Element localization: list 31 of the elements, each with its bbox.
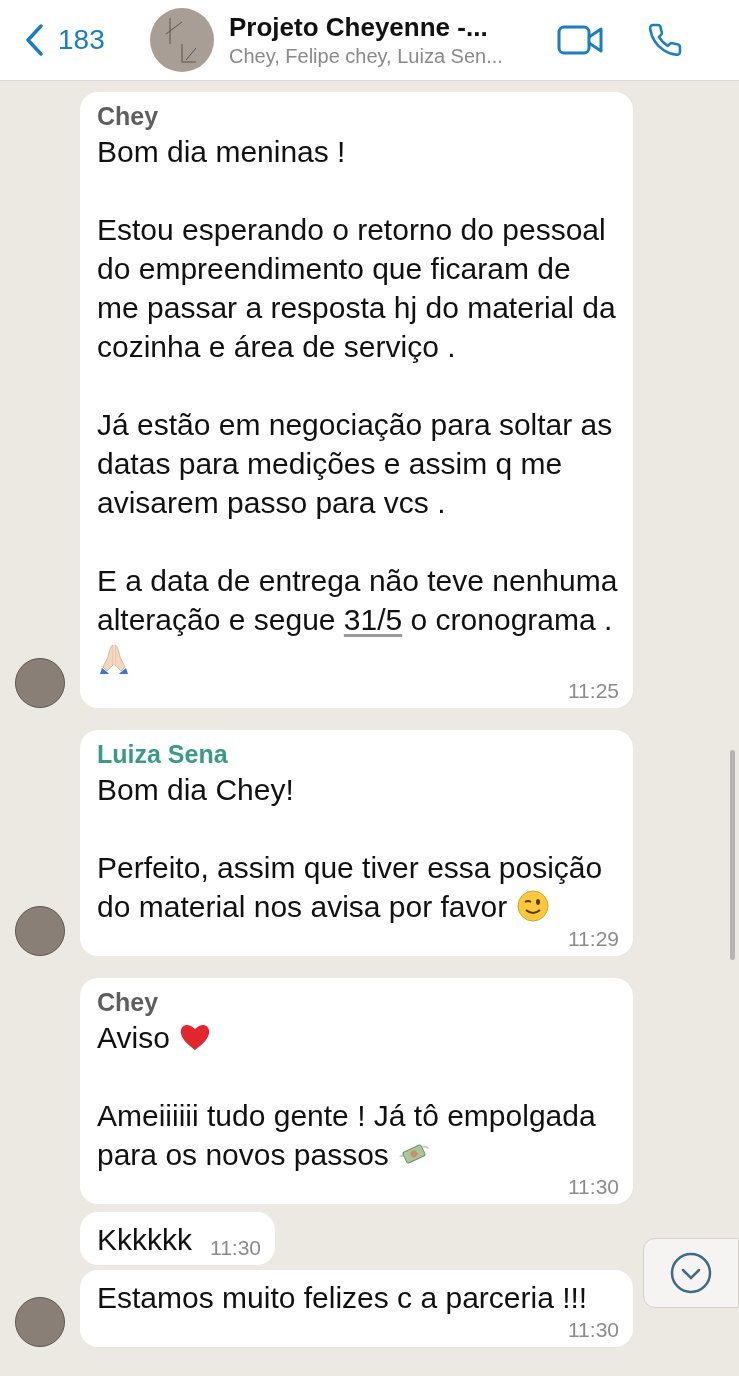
chat-title[interactable]: Projeto Cheyenne -...	[229, 11, 549, 43]
message-text: Aviso	[97, 1018, 619, 1057]
back-chevron-icon	[24, 24, 44, 56]
chevron-down-circle-icon	[669, 1251, 713, 1295]
sender-name: Luiza Sena	[97, 739, 229, 770]
message-text: Já estão em negociação para soltar as datas para medições e assim q me avisarem passo para vcs .	[97, 407, 614, 521]
scroll-down-button[interactable]	[643, 1238, 739, 1308]
winking-face-emoji-icon	[515, 889, 550, 923]
avatar[interactable]	[15, 658, 65, 708]
message-text: Estamos muito felizes c a parceria !!!	[97, 1280, 589, 1316]
message-time: 11:25	[568, 678, 619, 704]
message-time: 11:29	[568, 926, 619, 952]
sender-name: Chey	[97, 987, 160, 1018]
message-time: 11:30	[568, 1317, 619, 1343]
avatar[interactable]	[15, 906, 65, 956]
praying-hands-emoji-icon	[97, 641, 131, 675]
avatar[interactable]	[15, 1297, 65, 1347]
message-text: Bom dia meninas !	[97, 134, 347, 170]
sender-name: Chey	[97, 101, 160, 132]
message-text: Kkkkkk	[97, 1222, 192, 1258]
chat-members: Chey, Felipe chey, Luiza Sen...	[229, 44, 504, 69]
message-time: 11:30	[210, 1235, 261, 1261]
back-button[interactable]: 183	[0, 19, 150, 61]
video-camera-icon	[557, 25, 603, 55]
message-text: Ameiiiiii tudo gente ! Já tô empolgada para os novos passos	[97, 1098, 597, 1173]
message-time: 11:30	[568, 1174, 619, 1200]
message-text: Perfeito, assim que tiver essa posição do material nos avisa por favor	[97, 850, 604, 925]
phone-icon	[647, 22, 683, 58]
message-text: Estou esperando o retorno do pessoal do empreendimento que ficaram de me passar a resposta hj do material da cozinha e área de serviço .	[97, 212, 617, 365]
message-text: E a data de entrega não teve nenhuma alteração e segue 31/5 o cronograma .	[97, 561, 619, 678]
message-text: Bom dia Chey!	[97, 772, 295, 808]
